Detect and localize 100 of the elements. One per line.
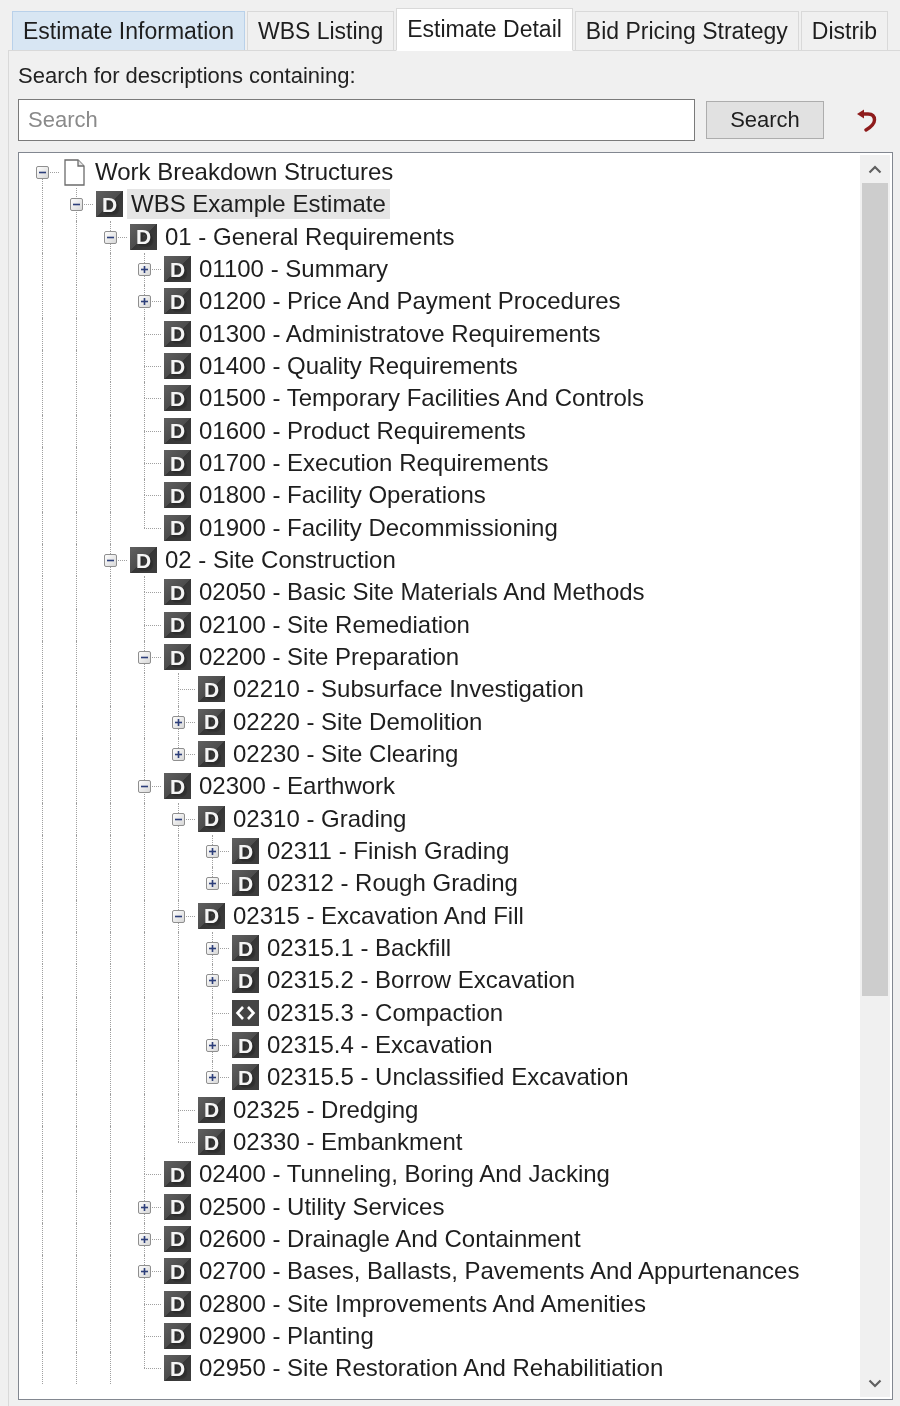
tree-item[interactable]: 01 - General Requirements [161,221,459,252]
collapse-toggle[interactable] [104,554,117,568]
tree-item[interactable]: 02500 - Utility Services [195,1191,449,1222]
expand-toggle[interactable] [206,1071,219,1085]
letter-tile-icon: D [198,676,225,703]
tree-item[interactable]: 02315.1 - Backfill [263,933,456,964]
expand-toggle[interactable] [138,1265,151,1279]
tree-item[interactable]: 01900 - Facility Decommissioning [195,512,562,543]
tree-item[interactable]: 02315 - Excavation And Fill [229,900,528,931]
letter-tile-icon: D [130,223,157,250]
expand-toggle[interactable] [138,295,151,309]
tree-item[interactable]: 02 - Site Construction [161,545,400,576]
tree-item[interactable]: 02230 - Site Clearing [229,739,463,770]
scrollbar-thumb[interactable] [862,183,888,996]
collapse-toggle[interactable] [138,651,151,665]
tab[interactable]: WBS Listing [246,11,395,50]
tree-item[interactable]: 02800 - Site Improvements And Amenities [195,1288,650,1319]
letter-tile-icon: D [232,1032,259,1058]
tree-item[interactable]: 02311 - Finish Grading [263,836,514,867]
tree-item[interactable]: 02325 - Dredging [229,1094,423,1125]
tab[interactable]: Estimate Information [12,11,245,50]
search-button[interactable]: Search [706,101,824,139]
tree-item[interactable]: 01500 - Temporary Facilities And Controls [195,383,649,414]
tree-item[interactable]: 02900 - Planting [195,1320,378,1351]
expand-toggle[interactable] [172,748,185,762]
letter-tile-icon: D [96,191,123,218]
expand-toggle[interactable] [172,715,185,729]
tree-item[interactable]: WBS Example Estimate [127,189,390,220]
tree-item[interactable]: 02200 - Site Preparation [195,642,464,673]
letter-tile-icon: D [198,741,225,768]
tree-item[interactable]: 02330 - Embankment [229,1127,467,1157]
tree-item[interactable]: 01100 - Summary [195,254,392,285]
letter-tile-icon: D [164,417,191,444]
letter-tile-icon: D [198,902,225,929]
tree-item[interactable]: 02210 - Subsurface Investigation [229,674,588,705]
tree-item[interactable]: Work Breakdown Structures [91,157,398,188]
tree-item[interactable]: 02700 - Bases, Ballasts, Pavements And Appurtenances [195,1256,804,1287]
letter-tile-icon: D [198,805,225,832]
letter-tile-icon: D [198,1129,225,1155]
collapse-toggle[interactable] [172,909,185,923]
letter-tile-icon: D [164,450,191,477]
letter-tile-icon: D [164,611,191,638]
tree-item[interactable]: 01300 - Administratove Requirements [195,318,605,349]
letter-tile-icon: D [232,838,259,865]
letter-tile-icon: D [164,644,191,671]
tab[interactable]: Bid Pricing Strategy [574,11,799,50]
chevron-down-icon [868,1378,882,1388]
collapse-toggle[interactable] [70,198,83,212]
undo-arrow-icon [855,108,879,132]
tree-item[interactable]: 02315.3 - Compaction [263,997,508,1028]
letter-tile-icon: D [164,256,191,283]
chevron-up-icon [868,164,882,174]
tree-item[interactable]: 01200 - Price And Payment Procedures [195,286,625,317]
expand-toggle[interactable] [206,1039,219,1052]
tree-item[interactable]: 02600 - Drainagle And Containment [195,1224,585,1254]
tab[interactable]: Estimate Detail [396,8,573,51]
search-label: Search for descriptions containing: [18,63,357,89]
letter-tile-icon: D [164,1355,191,1382]
expand-toggle[interactable] [206,877,219,891]
tree-item[interactable]: 01800 - Facility Operations [195,480,490,511]
tree-item[interactable]: 02312 - Rough Grading [263,868,522,899]
tab[interactable]: Distrib [800,11,888,50]
tree-item[interactable]: 02100 - Site Remediation [195,609,474,640]
tree-item[interactable]: 01600 - Product Requirements [195,415,530,446]
expand-toggle[interactable] [138,1200,151,1214]
search-field[interactable]: Search [18,99,695,141]
expand-toggle[interactable] [206,845,219,859]
tree-item[interactable]: 02315.5 - Unclassified Excavation [263,1062,633,1093]
scrollbar-track[interactable] [860,155,890,1397]
tree-item[interactable]: 02050 - Basic Site Materials And Methods [195,577,649,608]
tree-item[interactable]: 02220 - Site Demolition [229,706,487,737]
letter-tile-icon: D [164,773,191,800]
letter-tile-icon: D [164,1322,191,1349]
expand-toggle[interactable] [138,1233,151,1246]
letter-tile-icon: D [164,1161,191,1188]
tree-item[interactable]: 01700 - Execution Requirements [195,448,553,479]
letter-tile-icon: D [164,385,191,412]
tree-item[interactable]: 02315.2 - Borrow Excavation [263,965,580,996]
tree-item[interactable]: 02310 - Grading [229,803,411,834]
letter-tile-icon: D [232,935,259,962]
expand-toggle[interactable] [138,263,151,277]
letter-tile-icon: D [164,320,191,347]
tree-item[interactable]: 02400 - Tunneling, Boring And Jacking [195,1159,614,1190]
collapse-toggle[interactable] [172,812,185,826]
collapse-toggle[interactable] [36,166,49,180]
code-icon [232,999,259,1026]
letter-tile-icon: D [164,514,191,541]
tree-item[interactable]: 02315.4 - Excavation [263,1030,497,1060]
tree-item[interactable]: 01400 - Quality Requirements [195,351,522,382]
letter-tile-icon: D [164,1226,191,1252]
expand-toggle[interactable] [206,942,219,956]
tree-item[interactable]: 02300 - Earthwork [195,771,400,802]
letter-tile-icon: D [130,547,157,574]
collapse-toggle[interactable] [104,230,117,244]
letter-tile-icon: D [164,1193,191,1220]
tree-item[interactable]: 02950 - Site Restoration And Rehabilitiation [195,1353,668,1384]
letter-tile-icon: D [164,1290,191,1317]
letter-tile-icon: D [232,967,259,994]
expand-toggle[interactable] [206,974,219,988]
collapse-toggle[interactable] [138,780,151,794]
